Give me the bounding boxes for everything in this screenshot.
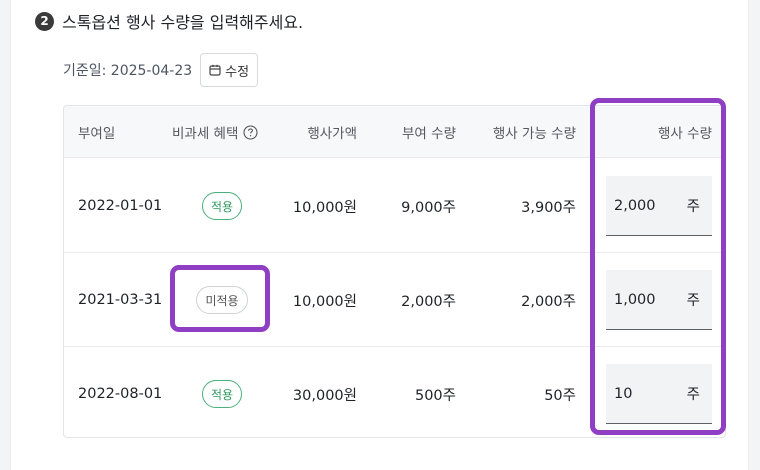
grant-date-cell: 2021-03-31 — [78, 292, 163, 308]
header-tax-benefit-label: 비과세 혜택 — [172, 126, 239, 142]
grant-date-cell: 2022-01-01 — [78, 198, 163, 214]
grant-qty-cell: 2,000주 — [401, 293, 456, 310]
exercise-price-cell: 30,000원 — [292, 387, 357, 404]
step-title: 스톡옵션 행사 수량을 입력해주세요. — [62, 13, 304, 32]
tax-benefit-cell: 적용 — [172, 347, 272, 437]
exercise-qty-input[interactable]: 2,000 주 — [606, 176, 712, 236]
exercisable-qty-cell: 2,000주 — [521, 293, 576, 310]
exercise-qty-unit: 주 — [686, 387, 700, 403]
step-header: 2 스톡옵션 행사 수량을 입력해주세요. — [35, 10, 303, 32]
grant-qty-cell: 500주 — [414, 387, 456, 404]
exercisable-qty-cell: 3,900주 — [521, 199, 576, 216]
header-exercise-price: 행사가액 — [307, 126, 357, 142]
header-grant-date: 부여일 — [78, 126, 116, 142]
table-row: 2022-08-01 적용 30,000원 500주 50주 10 주 — [64, 347, 725, 437]
exercise-qty-input[interactable]: 10 주 — [606, 364, 712, 424]
header-exercisable-qty: 행사 가능 수량 — [492, 126, 576, 142]
exercise-price-cell: 10,000원 — [292, 199, 357, 216]
step-number-icon: 2 — [35, 11, 54, 31]
calendar-icon — [209, 64, 221, 76]
exercise-table: 부여일 비과세 혜택 행사가액 부여 수량 행사 가능 수량 행사 수량 202… — [63, 105, 726, 438]
grant-qty-cell: 9,000주 — [401, 199, 456, 216]
exercise-card: 2 스톡옵션 행사 수량을 입력해주세요. 기준일: 2025-04-23 수정… — [10, 0, 749, 470]
base-date-row: 기준일: 2025-04-23 수정 — [63, 53, 259, 87]
header-exercise-qty: 행사 수량 — [658, 126, 712, 142]
exercise-qty-value[interactable]: 2,000 — [614, 198, 656, 214]
exercise-qty-unit: 주 — [686, 293, 700, 309]
exercise-qty-value[interactable]: 1,000 — [614, 292, 656, 308]
edit-label: 수정 — [225, 63, 250, 79]
table-header: 부여일 비과세 혜택 행사가액 부여 수량 행사 가능 수량 행사 수량 — [64, 106, 725, 158]
table-row: 2022-01-01 적용 10,000원 9,000주 3,900주 2,00… — [64, 159, 725, 253]
status-badge: 적용 — [201, 380, 243, 408]
question-circle-icon[interactable] — [243, 124, 258, 140]
status-badge: 미적용 — [196, 286, 248, 314]
base-date-label: 기준일: 2025-04-23 — [63, 63, 193, 79]
exercisable-qty-cell: 50주 — [544, 387, 576, 404]
exercise-price-cell: 10,000원 — [292, 293, 357, 310]
exercise-qty-input[interactable]: 1,000 주 — [606, 270, 712, 330]
tax-benefit-cell: 적용 — [172, 159, 272, 253]
table-row: 2021-03-31 미적용 10,000원 2,000주 2,000주 1,0… — [64, 253, 725, 347]
exercise-qty-value[interactable]: 10 — [614, 386, 632, 402]
status-badge: 적용 — [201, 192, 243, 220]
tax-benefit-cell: 미적용 — [172, 253, 272, 347]
edit-base-date-button[interactable]: 수정 — [200, 53, 259, 87]
grant-date-cell: 2022-08-01 — [78, 386, 163, 402]
exercise-qty-unit: 주 — [686, 199, 700, 215]
header-grant-qty: 부여 수량 — [402, 126, 456, 142]
